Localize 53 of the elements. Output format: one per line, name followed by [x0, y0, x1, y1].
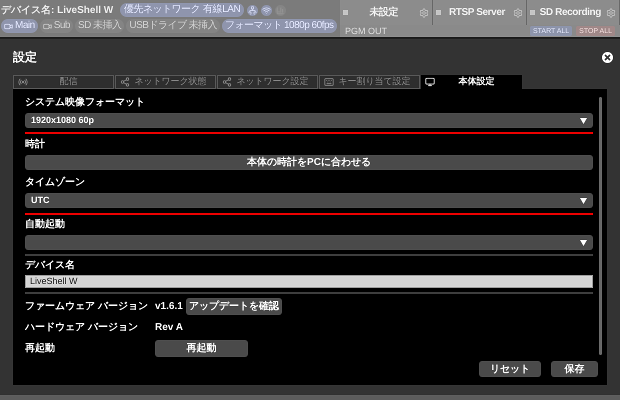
field-label: タイムゾーン: [25, 177, 86, 189]
field-label: 自動起動: [25, 219, 66, 231]
device-icon: [425, 77, 435, 87]
settings-tab[interactable]: 本体設定: [421, 75, 522, 89]
dropdown-caret-icon: [580, 198, 587, 204]
dropdown[interactable]: 1920x1080 60p: [25, 113, 593, 128]
wifi-icon: [261, 4, 272, 16]
broadcast-icon: [18, 77, 28, 87]
restart-button[interactable]: 再起動: [155, 340, 248, 357]
info-label: ファームウェア バージョン: [25, 300, 149, 314]
dialog-title: 設定: [13, 49, 37, 66]
settings-tab[interactable]: ネットワーク設定: [217, 75, 318, 89]
check-update-button[interactable]: アップデートを確認: [186, 298, 282, 315]
output-tab[interactable]: RTSP Server: [433, 0, 527, 25]
status-chip[interactable]: Main: [1, 19, 38, 33]
camera-icon: [4, 22, 13, 30]
settings-icon: [419, 8, 430, 18]
reset-button[interactable]: リセット: [479, 361, 541, 377]
field-label: システム映像フォーマット: [25, 97, 146, 109]
close-icon[interactable]: [602, 52, 613, 62]
settings-tab[interactable]: 配信: [13, 75, 114, 89]
ethernet-icon: [247, 4, 258, 16]
info-value: Rev A: [155, 321, 183, 335]
settings-icon: [606, 8, 616, 18]
settings-icon: [512, 8, 523, 18]
field-label: 時計: [25, 139, 46, 151]
settings-tab[interactable]: キー割り当て設定: [319, 75, 420, 89]
settings-tab[interactable]: ネットワーク状態: [115, 75, 216, 89]
device-name-field[interactable]: LiveShell W: [25, 275, 593, 288]
output-tab[interactable]: 未設定: [340, 0, 434, 25]
info-label: 再起動: [25, 342, 56, 356]
keyboard-icon: [324, 77, 334, 87]
save-button[interactable]: 保存: [551, 361, 598, 377]
field-label: デバイス名: [25, 260, 76, 272]
status-chip[interactable]: フォーマット 1080p 60fps: [222, 19, 337, 33]
info-value: v1.6.1: [155, 300, 183, 314]
network-icon: [120, 77, 130, 87]
sync-clock-button[interactable]: 本体の時計をPCに合わせる: [25, 155, 593, 170]
signal-icon: [275, 4, 286, 16]
network-chip: 優先ネットワーク 有線LAN: [120, 3, 244, 17]
scrollbar[interactable]: [599, 97, 602, 355]
dropdown[interactable]: UTC: [25, 193, 593, 208]
tab-checkbox-icon: [343, 10, 348, 15]
device-name-text: デバイス名: LiveShell W: [1, 4, 114, 18]
output-tab[interactable]: SD Recording: [526, 0, 620, 25]
dropdown-caret-icon: [580, 240, 587, 246]
camera-icon: [42, 22, 52, 30]
network-icon: [222, 77, 232, 87]
output-label: PGM OUT: [345, 26, 388, 36]
tab-checkbox-icon: [436, 10, 442, 15]
dropdown-caret-icon: [580, 118, 587, 124]
tab-checkbox-icon: [530, 10, 535, 15]
dropdown[interactable]: [25, 235, 593, 250]
